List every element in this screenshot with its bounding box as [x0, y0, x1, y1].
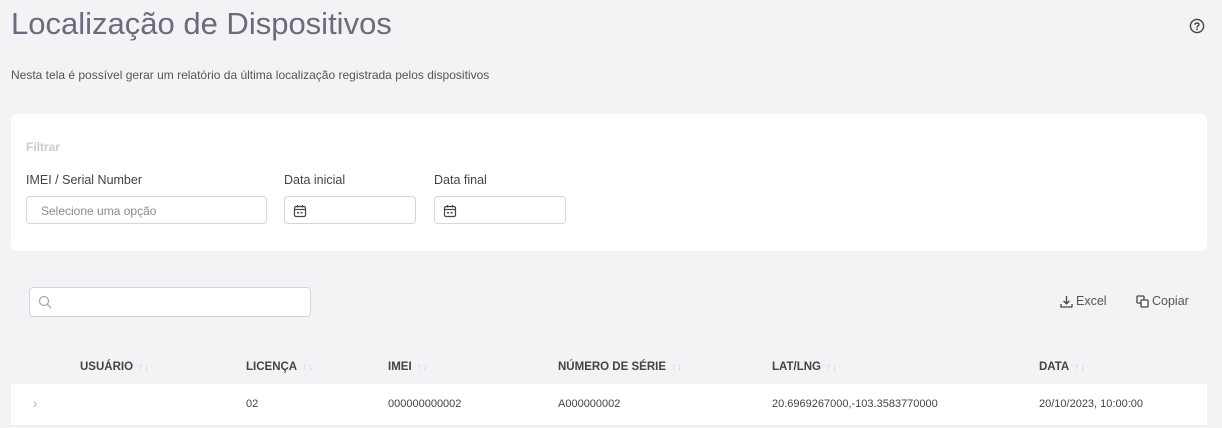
cell-imei: 000000000002: [388, 398, 462, 410]
page-title: Localização de Dispositivos: [11, 6, 392, 41]
column-header-latlng[interactable]: LAT/LNG ↑↓: [772, 361, 838, 373]
export-excel-button[interactable]: Excel: [1060, 294, 1107, 308]
end-date-input[interactable]: [434, 196, 566, 224]
imei-select[interactable]: Selecione uma opção: [26, 196, 267, 224]
calendar-icon: [443, 204, 457, 218]
sort-icon: ↑↓: [1074, 361, 1087, 373]
cell-data: 20/10/2023, 10:00:00: [1039, 398, 1143, 410]
start-date-input[interactable]: [284, 196, 416, 224]
excel-label: Excel: [1076, 294, 1107, 308]
start-date-label: Data inicial: [284, 173, 346, 187]
sort-icon: ↑↓: [671, 361, 683, 373]
column-header-usuario[interactable]: USUÁRIO ↑↓: [80, 361, 150, 373]
sort-icon: ↑↓: [302, 361, 315, 373]
page-subtitle: Nesta tela é possível gerar um relatório…: [11, 68, 490, 82]
column-header-licenca[interactable]: LICENÇA ↑↓: [246, 361, 314, 373]
filter-title: Filtrar: [26, 140, 61, 154]
copy-icon: [1136, 294, 1149, 308]
help-circle-icon[interactable]: [1189, 18, 1205, 34]
cell-licenca: 02: [246, 398, 259, 410]
cell-serie: A000000002: [558, 398, 621, 410]
column-header-serie[interactable]: NÚMERO DE SÉRIE ↑↓: [558, 361, 683, 373]
copy-label: Copiar: [1152, 294, 1189, 308]
table-row[interactable]: › 02 000000000002 A000000002 20.69692670…: [11, 384, 1207, 426]
download-icon: [1060, 295, 1073, 308]
column-header-imei[interactable]: IMEI ↑↓: [388, 361, 429, 373]
sort-icon: ↑↓: [138, 361, 151, 373]
search-icon: [38, 295, 52, 309]
copy-button[interactable]: Copiar: [1136, 294, 1189, 308]
column-header-data[interactable]: DATA ↑↓: [1039, 361, 1086, 373]
imei-placeholder: Selecione uma opção: [41, 204, 157, 218]
filter-card: Filtrar IMEI / Serial Number Selecione u…: [11, 114, 1207, 251]
imei-label: IMEI / Serial Number: [26, 173, 143, 187]
search-input[interactable]: [29, 287, 311, 317]
end-date-label: Data final: [434, 173, 487, 187]
chevron-right-icon[interactable]: ›: [33, 396, 37, 411]
sort-icon: ↑↓: [416, 361, 429, 373]
sort-icon: ↑↓: [825, 361, 838, 373]
calendar-icon: [293, 204, 307, 218]
cell-latlng: 20.6969267000,-103.3583770000: [772, 398, 938, 410]
